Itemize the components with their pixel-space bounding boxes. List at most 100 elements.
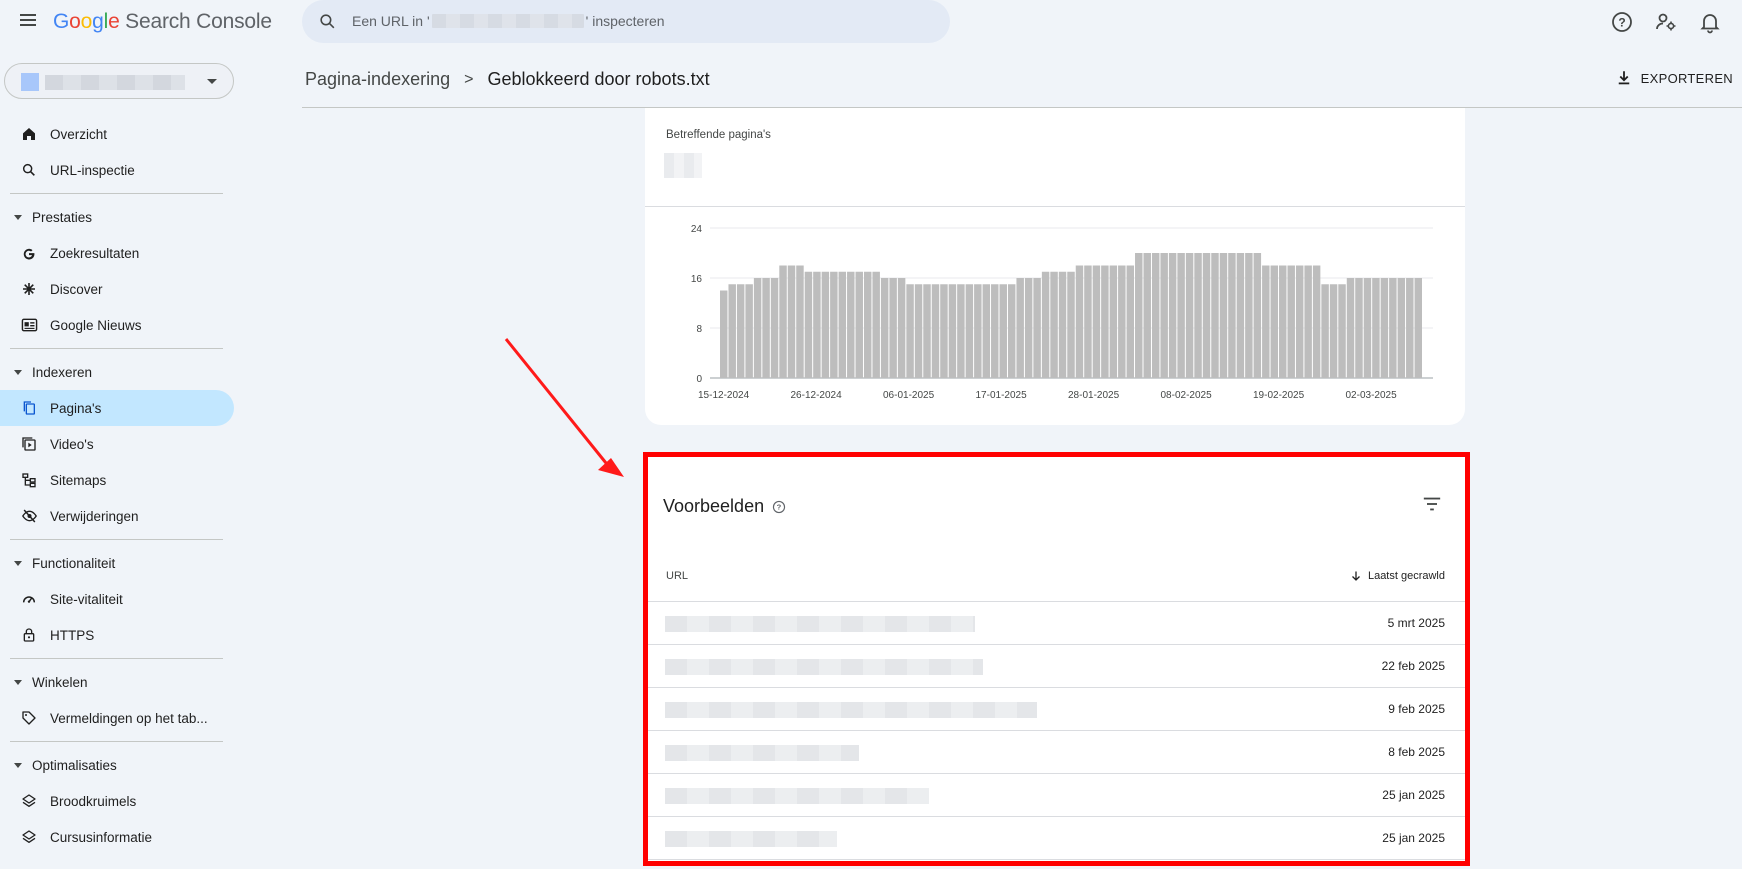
chart-bar[interactable]	[1295, 265, 1304, 379]
sidebar-section-winkelen[interactable]: Winkelen	[0, 664, 240, 700]
chart-bar[interactable]	[1346, 278, 1355, 378]
sidebar-item-pagina-s[interactable]: Pagina's	[0, 390, 234, 426]
chart-bar[interactable]	[1372, 278, 1380, 378]
chart-bar[interactable]	[880, 278, 889, 378]
chart-bar[interactable]	[855, 271, 863, 378]
chart-bar[interactable]	[1109, 265, 1118, 379]
chart-bar[interactable]	[1177, 253, 1185, 378]
chart-bar[interactable]	[728, 284, 736, 378]
sidebar-item-google-nieuws[interactable]: Google Nieuws	[0, 307, 240, 343]
chart-bar[interactable]	[753, 278, 762, 378]
chart-bar[interactable]	[770, 278, 779, 378]
chart-bar[interactable]	[863, 271, 872, 378]
chart-bar[interactable]	[1151, 253, 1160, 378]
chart-bar[interactable]	[1135, 253, 1143, 378]
chart-bar[interactable]	[991, 284, 999, 378]
chart-bar[interactable]	[948, 284, 957, 378]
chart-bar[interactable]	[965, 284, 974, 378]
chart-bar[interactable]	[1406, 278, 1414, 378]
chart-bar[interactable]	[957, 284, 965, 378]
chart-bar[interactable]	[1219, 253, 1228, 378]
table-row[interactable]: 25 jan 2025	[645, 774, 1465, 817]
sidebar-section-indexeren[interactable]: Indexeren	[0, 354, 240, 390]
chart-bar[interactable]	[914, 284, 923, 378]
chart-bar[interactable]	[1279, 265, 1287, 379]
chart-bar[interactable]	[745, 284, 753, 378]
chart-bar[interactable]	[1312, 265, 1321, 379]
sidebar-item-url-inspectie[interactable]: URL-inspectie	[0, 152, 240, 188]
chart-bar[interactable]	[1228, 253, 1236, 378]
chart-bar[interactable]	[923, 284, 931, 378]
sidebar-item-broodkruimels[interactable]: Broodkruimels	[0, 783, 240, 819]
chart-bar[interactable]	[1050, 271, 1058, 378]
chart-bar[interactable]	[1194, 253, 1202, 378]
chart-bar[interactable]	[1202, 253, 1211, 378]
chart-bar[interactable]	[1262, 265, 1270, 379]
chart-bar[interactable]	[1304, 265, 1312, 379]
chart-bar[interactable]	[1287, 265, 1295, 379]
sidebar-item-verwijderingen[interactable]: Verwijderingen	[0, 498, 240, 534]
chart-bar[interactable]	[1397, 278, 1406, 378]
chart-bar[interactable]	[736, 284, 745, 378]
chart-bar[interactable]	[1067, 271, 1075, 378]
column-header-last-crawled[interactable]: Laatst gecrawld	[1350, 570, 1445, 582]
table-row[interactable]: 25 jan 2025	[645, 817, 1465, 860]
sidebar-section-functionaliteit[interactable]: Functionaliteit	[0, 545, 240, 581]
table-row[interactable]: 9 feb 2025	[645, 688, 1465, 731]
notifications-icon[interactable]	[1698, 10, 1722, 34]
chart-bar[interactable]	[1143, 253, 1151, 378]
sidebar-item-discover[interactable]: Discover	[0, 271, 240, 307]
sidebar-section-prestaties[interactable]: Prestaties	[0, 199, 240, 235]
chart-bar[interactable]	[1075, 265, 1084, 379]
help-icon[interactable]: ?	[772, 500, 786, 514]
chart-bar[interactable]	[872, 271, 880, 378]
chart-bar[interactable]	[1126, 265, 1135, 379]
chart-bar[interactable]	[889, 278, 897, 378]
chart-bar[interactable]	[1321, 284, 1329, 378]
chart-bar[interactable]	[1236, 253, 1245, 378]
table-row[interactable]: 5 mrt 2025	[645, 602, 1465, 645]
chart-bar[interactable]	[1389, 278, 1397, 378]
chart-bar[interactable]	[1414, 278, 1422, 378]
chart-bar[interactable]	[762, 278, 770, 378]
column-header-url[interactable]: URL	[666, 570, 688, 582]
chart-bar[interactable]	[999, 284, 1007, 378]
chart-bar[interactable]	[1101, 265, 1109, 379]
sidebar-item-sitemaps[interactable]: Sitemaps	[0, 462, 240, 498]
chart-bar[interactable]	[1338, 284, 1346, 378]
chart-bar[interactable]	[897, 278, 906, 378]
chart-bar[interactable]	[1007, 284, 1016, 378]
chart-bar[interactable]	[1211, 253, 1219, 378]
chart-bar[interactable]	[1160, 253, 1168, 378]
help-icon[interactable]: ?	[1610, 10, 1634, 34]
chart-bar[interactable]	[796, 265, 804, 379]
chart-bar[interactable]	[1270, 265, 1279, 379]
chart-bar[interactable]	[1355, 278, 1363, 378]
account-settings-icon[interactable]	[1654, 10, 1678, 34]
sidebar-item-https[interactable]: HTTPS	[0, 617, 240, 653]
chart-bar[interactable]	[982, 284, 991, 378]
chart-bar[interactable]	[1168, 253, 1177, 378]
chart-bar[interactable]	[940, 284, 948, 378]
chart-bar[interactable]	[1092, 265, 1101, 379]
property-selector[interactable]	[4, 63, 234, 99]
chart-bar[interactable]	[787, 265, 796, 379]
chart-bar[interactable]	[821, 271, 830, 378]
chart-bar[interactable]	[931, 284, 940, 378]
sidebar-item-video-s[interactable]: Video's	[0, 426, 240, 462]
sidebar-section-optimalisaties[interactable]: Optimalisaties	[0, 747, 240, 783]
chart-bar[interactable]	[1041, 271, 1050, 378]
chart-bar[interactable]	[838, 271, 847, 378]
table-row[interactable]: 22 feb 2025	[645, 645, 1465, 688]
chart-bar[interactable]	[1185, 253, 1194, 378]
chart-bar[interactable]	[906, 284, 914, 378]
chart-bar[interactable]	[974, 284, 982, 378]
chart-bar[interactable]	[1016, 278, 1024, 378]
logo[interactable]: Google Search Console	[53, 10, 272, 34]
breadcrumb-parent-link[interactable]: Pagina-indexering	[305, 69, 450, 90]
chart-bar[interactable]	[804, 271, 813, 378]
chart-bar[interactable]	[1084, 265, 1092, 379]
chart-bar[interactable]	[779, 265, 787, 379]
chart-bar[interactable]	[720, 290, 728, 379]
filter-icon[interactable]	[1421, 494, 1443, 514]
